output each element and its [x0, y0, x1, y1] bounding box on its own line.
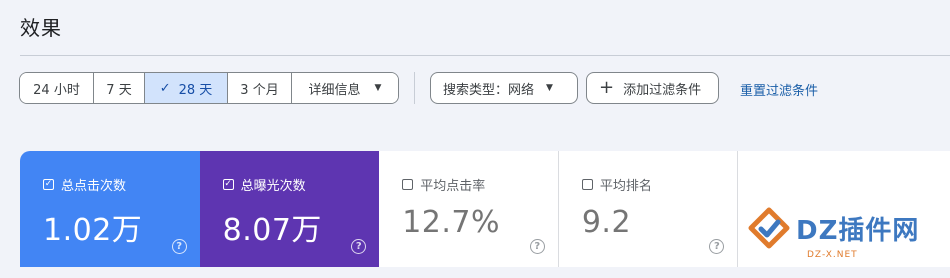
title-divider	[20, 55, 950, 56]
range-7d-button[interactable]: 7 天	[94, 73, 145, 103]
metric-label: 平均点击率	[420, 179, 486, 194]
range-28d-button[interactable]: ✓ 28 天	[145, 73, 228, 103]
checkbox-icon[interactable]	[581, 179, 593, 190]
search-type-dropdown[interactable]: 搜索类型：网络 ▼	[430, 72, 578, 104]
metric-label: 平均排名	[599, 179, 652, 194]
caret-down-icon: ▼	[546, 83, 553, 93]
help-icon[interactable]: ?	[351, 239, 367, 254]
checkbox-icon[interactable]: ✓	[43, 179, 54, 190]
page-title: 效果	[20, 16, 62, 40]
watermark-logo-icon	[748, 207, 790, 249]
metric-card-position[interactable]: 平均排名 9.2 ?	[558, 151, 739, 267]
help-icon[interactable]: ?	[171, 239, 187, 254]
metric-value: 12.7%	[402, 205, 501, 240]
range-3m-button[interactable]: 3 个月	[228, 73, 292, 103]
metric-card-impressions[interactable]: ✓ 总曝光次数 8.07万 ?	[199, 151, 380, 267]
help-icon[interactable]: ?	[529, 239, 545, 254]
range-24h-button[interactable]: 24 小时	[20, 73, 94, 103]
range-24h-label: 24 小时	[33, 82, 80, 98]
details-label: 详细信息	[308, 82, 361, 98]
metric-card-ctr[interactable]: 平均点击率 12.7% ?	[379, 151, 559, 267]
watermark-sub: DZ-X.NET	[807, 250, 858, 260]
date-range-selector: 24 小时 7 天 ✓ 28 天 3 个月 详细信息 ▼	[19, 72, 399, 104]
reset-filters-link[interactable]: 重置过滤条件	[740, 80, 818, 99]
add-filter-button[interactable]: + 添加过滤条件	[586, 72, 719, 104]
add-filter-label: 添加过滤条件	[623, 82, 702, 98]
metric-label: 总曝光次数	[240, 179, 306, 194]
search-type-label: 搜索类型：网络	[443, 82, 535, 98]
range-28d-label: 28 天	[178, 82, 213, 98]
metric-value: 9.2	[581, 205, 632, 240]
metric-label: 总点击次数	[61, 179, 127, 194]
range-3m-label: 3 个月	[240, 82, 279, 98]
help-icon[interactable]: ?	[709, 239, 725, 254]
watermark-brand: DZ插件网	[796, 215, 920, 246]
range-7d-label: 7 天	[106, 82, 132, 98]
metric-card-clicks[interactable]: ✓ 总点击次数 1.02万 ?	[20, 151, 200, 267]
details-dropdown[interactable]: 详细信息 ▼	[292, 73, 398, 103]
check-icon: ✓	[159, 80, 171, 96]
caret-down-icon: ▼	[374, 83, 382, 93]
checkbox-icon[interactable]: ✓	[222, 179, 234, 190]
watermark: DZ插件网	[748, 207, 919, 249]
add-icon: +	[599, 77, 615, 98]
toolbar-separator	[414, 72, 415, 104]
checkbox-icon[interactable]	[402, 179, 414, 190]
